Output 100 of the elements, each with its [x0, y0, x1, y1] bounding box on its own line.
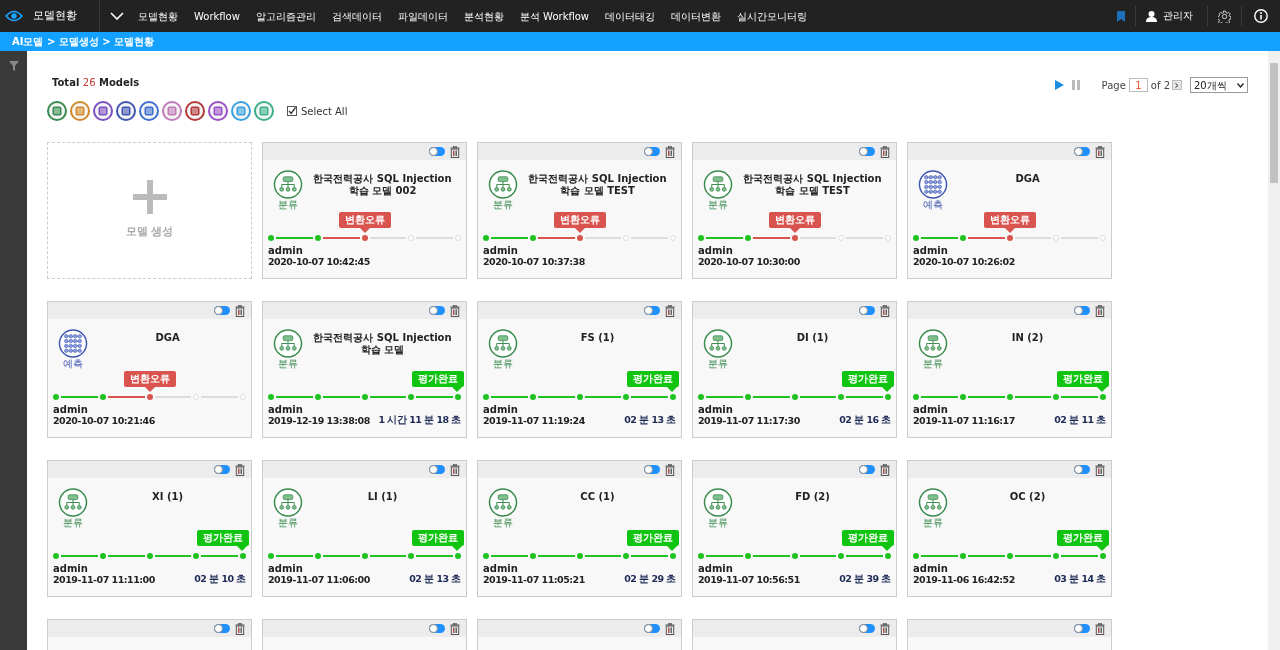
toggle-switch[interactable]	[859, 147, 875, 156]
model-type-icon[interactable]	[208, 101, 228, 121]
date-text: 2020-10-07 10:26:02	[913, 256, 1015, 267]
hierarchy-icon	[488, 488, 518, 517]
model-card[interactable]: 분류 한국전력공사 SQL Injection 학습 모델 002 변환오류 admin 2020-10-07 10:42:45	[262, 142, 467, 279]
hierarchy-icon	[918, 329, 948, 358]
toggle-switch[interactable]	[859, 465, 875, 474]
author-text: admin	[698, 404, 734, 415]
category-label: 분류	[923, 358, 943, 369]
nav-link[interactable]: 데이터태깅	[597, 8, 664, 24]
trash-icon[interactable]	[665, 622, 675, 635]
date-text: 2019-11-06 16:42:52	[913, 574, 1015, 585]
toggle-switch[interactable]	[429, 306, 445, 315]
toggle-switch[interactable]	[644, 465, 660, 474]
trash-icon[interactable]	[880, 622, 890, 635]
model-type-icon[interactable]	[139, 101, 159, 121]
model-card[interactable]: 분류 OC (2) 평가완료 admin 2019-11-06 16:42:52 03 분 14 초	[907, 460, 1112, 597]
model-type-icon[interactable]	[231, 101, 251, 121]
model-card[interactable]: 분류 IN (2) 평가완료 admin 2019-11-07 11:16:17 02 분 11 초	[907, 301, 1112, 438]
nav-link[interactable]: 분석현황	[455, 8, 512, 24]
toggle-switch[interactable]	[214, 465, 230, 474]
date-text: 2019-12-19 13:38:08	[268, 415, 370, 426]
user-icon[interactable]	[1146, 10, 1157, 22]
model-card[interactable]: 분류 한국전력공사 SQL Injection 학습 모델 TEST 변환오류 admin 2020-10-07 10:30:00	[692, 142, 897, 279]
user-name[interactable]: 관리자	[1163, 8, 1193, 24]
play-icon[interactable]	[1054, 80, 1064, 90]
model-type-icon[interactable]	[47, 101, 67, 121]
pause-icon[interactable]	[1071, 80, 1080, 90]
author-text: admin	[483, 245, 519, 256]
trash-icon[interactable]	[880, 463, 890, 476]
trash-icon[interactable]	[665, 463, 675, 476]
trash-icon[interactable]	[450, 145, 460, 158]
model-type-icon[interactable]	[70, 101, 90, 121]
toggle-switch[interactable]	[859, 306, 875, 315]
duration-text: 02 분 16 초	[839, 414, 891, 425]
eye-icon[interactable]	[5, 10, 23, 22]
toggle-switch[interactable]	[644, 624, 660, 633]
nav-link[interactable]: 실시간모니터링	[729, 8, 816, 24]
model-card[interactable]: 분류 FD (2) 평가완료 admin 2019-11-07 10:56:51 02 분 39 초	[692, 460, 897, 597]
scrollbar[interactable]	[1268, 51, 1280, 650]
date-text: 2019-11-07 11:05:21	[483, 574, 585, 585]
toggle-switch[interactable]	[214, 624, 230, 633]
trash-icon[interactable]	[450, 622, 460, 635]
toggle-switch[interactable]	[429, 465, 445, 474]
model-card[interactable]: 분류 DI (1) 평가완료 admin 2019-11-07 11:17:30 02 분 16 초	[692, 301, 897, 438]
trash-icon[interactable]	[1095, 622, 1105, 635]
toggle-switch[interactable]	[644, 147, 660, 156]
toggle-switch[interactable]	[1074, 465, 1090, 474]
trash-icon[interactable]	[450, 304, 460, 317]
trash-icon[interactable]	[235, 622, 245, 635]
model-type-icon[interactable]	[93, 101, 113, 121]
select-all-label[interactable]: Select All	[301, 103, 348, 119]
chevron-down-icon[interactable]	[110, 12, 124, 20]
trash-icon[interactable]	[1095, 145, 1105, 158]
model-card[interactable]: 예측 DGA 변환오류 admin 2020-10-07 10:26:02	[907, 142, 1112, 279]
author-text: admin	[268, 404, 304, 415]
settings-icon[interactable]	[1218, 9, 1231, 23]
model-card[interactable]: 예측 DGA 변환오류 admin 2020-10-07 10:21:46	[47, 301, 252, 438]
nav-link[interactable]: Workflow	[186, 8, 248, 24]
trash-icon[interactable]	[665, 304, 675, 317]
trash-icon[interactable]	[880, 304, 890, 317]
page-size-select[interactable]: 20개씩	[1190, 77, 1248, 93]
toggle-switch[interactable]	[1074, 306, 1090, 315]
nav-link[interactable]: 분석 Workflow	[511, 8, 598, 24]
checkbox[interactable]	[287, 106, 297, 116]
model-type-icon[interactable]	[116, 101, 136, 121]
toggle-switch[interactable]	[214, 306, 230, 315]
model-card[interactable]: 분류 FS (1) 평가완료 admin 2019-11-07 11:19:24 02 분 13 초	[477, 301, 682, 438]
model-type-icon[interactable]	[185, 101, 205, 121]
toggle-switch[interactable]	[1074, 624, 1090, 633]
model-card[interactable]: 분류 CC (1) 평가완료 admin 2019-11-07 11:05:21 02 분 29 초	[477, 460, 682, 597]
filter-icon[interactable]	[8, 61, 19, 71]
trash-icon[interactable]	[235, 463, 245, 476]
toggle-switch[interactable]	[429, 624, 445, 633]
model-card[interactable]: 분류 LI (1) 평가완료 admin 2019-11-07 11:06:00 02 분 13 초	[262, 460, 467, 597]
trash-icon[interactable]	[1095, 463, 1105, 476]
trash-icon[interactable]	[1095, 304, 1105, 317]
model-type-icon[interactable]	[162, 101, 182, 121]
trash-icon[interactable]	[665, 145, 675, 158]
toggle-switch[interactable]	[859, 624, 875, 633]
toggle-switch[interactable]	[1074, 147, 1090, 156]
trash-icon[interactable]	[450, 463, 460, 476]
model-card[interactable]: 분류 XI (1) 평가완료 admin 2019-11-07 11:11:00 02 분 10 초	[47, 460, 252, 597]
toggle-switch[interactable]	[429, 147, 445, 156]
nav-link[interactable]: 알고리즘관리	[247, 8, 324, 24]
category-label: 예측	[923, 199, 943, 210]
nav-link[interactable]: 검색데이터	[323, 8, 390, 24]
nav-link[interactable]: 데이터변환	[663, 8, 730, 24]
model-card[interactable]: 분류 한국전력공사 SQL Injection 학습 모델 TEST 변환오류 admin 2020-10-07 10:37:38	[477, 142, 682, 279]
trash-icon[interactable]	[235, 304, 245, 317]
trash-icon[interactable]	[880, 145, 890, 158]
next-page-button[interactable]	[1172, 80, 1182, 90]
info-icon[interactable]	[1254, 9, 1268, 23]
duration-text: 02 분 13 초	[409, 573, 461, 584]
nav-link[interactable]: 모델현황	[130, 8, 186, 24]
toggle-switch[interactable]	[644, 306, 660, 315]
bookmark-icon[interactable]	[1117, 10, 1125, 22]
model-card[interactable]: 분류 한국전력공사 SQL Injection 학습 모델 평가완료 admin 2019-12-19 13:38:08 1 시간 11 분 18 초	[262, 301, 467, 438]
page-input[interactable]: 1	[1128, 78, 1148, 92]
nav-link[interactable]: 파일데이터	[389, 8, 456, 24]
